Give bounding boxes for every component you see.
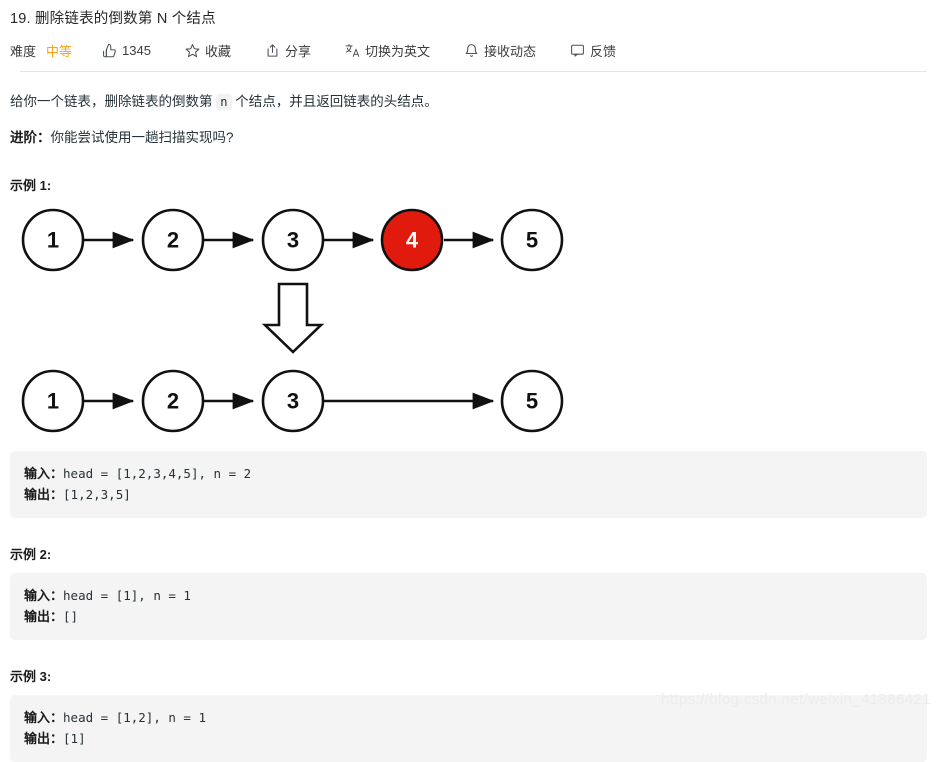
node-after-1: 1	[21, 369, 85, 433]
example-3-output-value: [1]	[63, 731, 86, 746]
node-after-3: 3	[261, 369, 325, 433]
feedback-icon	[570, 43, 585, 58]
page-title: 19. 删除链表的倒数第 N 个结点	[10, 11, 216, 27]
follow-up-label: 进阶：	[10, 130, 51, 145]
inline-code-n: n	[216, 94, 232, 110]
example-1-title: 示例 1:	[10, 178, 52, 193]
example-1-code-block: 输入：head = [1,2,3,4,5], n = 2 输出：[1,2,3,5…	[10, 451, 927, 518]
example-2-output-label: 输出：	[24, 609, 64, 624]
node-before-label-5: 5	[526, 228, 538, 253]
example-2-title: 示例 2:	[10, 547, 52, 562]
node-after-2: 2	[141, 369, 205, 433]
example-2-input-line: 输入：head = [1], n = 1	[24, 585, 913, 606]
problem-content: 给你一个链表，删除链表的倒数第 n 个结点，并且返回链表的头结点。 进阶：你能尝…	[0, 91, 937, 762]
favorite-label: 收藏	[204, 43, 231, 59]
linked-list-diagram: 1 2 3 4 5 1 2 3 5	[8, 200, 927, 441]
node-before-label-2: 2	[167, 228, 179, 253]
like-count: 1345	[122, 42, 151, 58]
share-icon	[265, 43, 280, 58]
node-before-label-4: 4	[406, 228, 419, 253]
diagram-row-before: 1 2 3 4 5	[21, 208, 564, 272]
example-1-output-line: 输出：[1,2,3,5]	[24, 484, 913, 505]
example-2-code-block: 输入：head = [1], n = 1 输出：[]	[10, 573, 927, 640]
node-before-label-1: 1	[47, 228, 59, 253]
example-1-output-value: [1,2,3,5]	[63, 487, 131, 502]
feedback-label: 反馈	[590, 43, 617, 59]
down-arrow-icon	[261, 282, 325, 354]
example-1-input-value: head = [1,2,3,4,5], n = 2	[63, 466, 252, 481]
like-button[interactable]: 1345	[102, 43, 151, 58]
node-after-label-1: 1	[47, 389, 59, 414]
node-before-5: 5	[500, 208, 564, 272]
example-2-input-label: 输入：	[24, 588, 64, 603]
node-before-2: 2	[141, 208, 205, 272]
share-button[interactable]: 分享	[265, 41, 311, 60]
node-after-label-2: 2	[167, 389, 179, 414]
statement-text-before: 给你一个链表，删除链表的倒数第	[10, 94, 217, 109]
example-3-input-line: 输入：head = [1,2], n = 1	[24, 707, 913, 728]
example-3-input-label: 输入：	[24, 710, 64, 725]
example-1-input-line: 输入：head = [1,2,3,4,5], n = 2	[24, 463, 913, 484]
node-before-1: 1	[21, 208, 85, 272]
follow-up-text: 你能尝试使用一趟扫描实现吗?	[50, 130, 234, 145]
star-icon	[185, 43, 200, 58]
header-divider	[20, 71, 927, 72]
example-1-input-label: 输入：	[24, 466, 64, 481]
problem-statement: 给你一个链表，删除链表的倒数第 n 个结点，并且返回链表的头结点。	[10, 91, 927, 113]
diagram-row-after: 1 2 3 5	[21, 369, 564, 433]
example-3-output-line: 输出：[1]	[24, 728, 913, 749]
action-bar: 难度 中等 1345 收藏 分享 切换为英文 接收动态 反馈	[10, 36, 927, 64]
example-2-output-value: []	[63, 609, 79, 624]
translate-label: 切换为英文	[364, 43, 430, 59]
node-before-label-3: 3	[287, 228, 299, 253]
example-2-input-value: head = [1], n = 1	[63, 588, 191, 603]
favorite-button[interactable]: 收藏	[185, 41, 231, 60]
example-3-title: 示例 3:	[10, 669, 52, 684]
difficulty-group: 难度 中等	[10, 41, 72, 60]
example-3-input-value: head = [1,2], n = 1	[63, 710, 207, 725]
follow-up: 进阶：你能尝试使用一趟扫描实现吗?	[10, 127, 927, 149]
thumbs-up-icon	[102, 43, 117, 58]
example-3-code-block: 输入：head = [1,2], n = 1 输出：[1]	[10, 695, 927, 762]
translate-icon	[345, 43, 360, 58]
example-1-output-label: 输出：	[24, 487, 64, 502]
difficulty-value: 中等	[46, 43, 73, 59]
subscribe-button[interactable]: 接收动态	[464, 41, 536, 60]
node-after-label-3: 3	[287, 389, 299, 414]
node-after-5: 5	[500, 369, 564, 433]
difficulty-label: 难度	[10, 43, 37, 59]
problem-header: 19. 删除链表的倒数第 N 个结点 难度 中等 1345 收藏 分享 切换为英…	[0, 0, 937, 72]
subscribe-label: 接收动态	[484, 43, 537, 59]
share-label: 分享	[284, 43, 311, 59]
example-3-output-label: 输出：	[24, 731, 64, 746]
linked-list-svg: 1 2 3 4 5 1 2 3 5	[21, 208, 564, 433]
feedback-button[interactable]: 反馈	[570, 41, 616, 60]
node-before-4-highlighted: 4	[380, 208, 444, 272]
statement-text-after: 个结点，并且返回链表的头结点。	[231, 94, 438, 109]
translate-button[interactable]: 切换为英文	[345, 41, 430, 60]
bell-icon	[464, 43, 479, 58]
node-after-label-5: 5	[526, 389, 538, 414]
example-2-output-line: 输出：[]	[24, 606, 913, 627]
node-before-3: 3	[261, 208, 325, 272]
